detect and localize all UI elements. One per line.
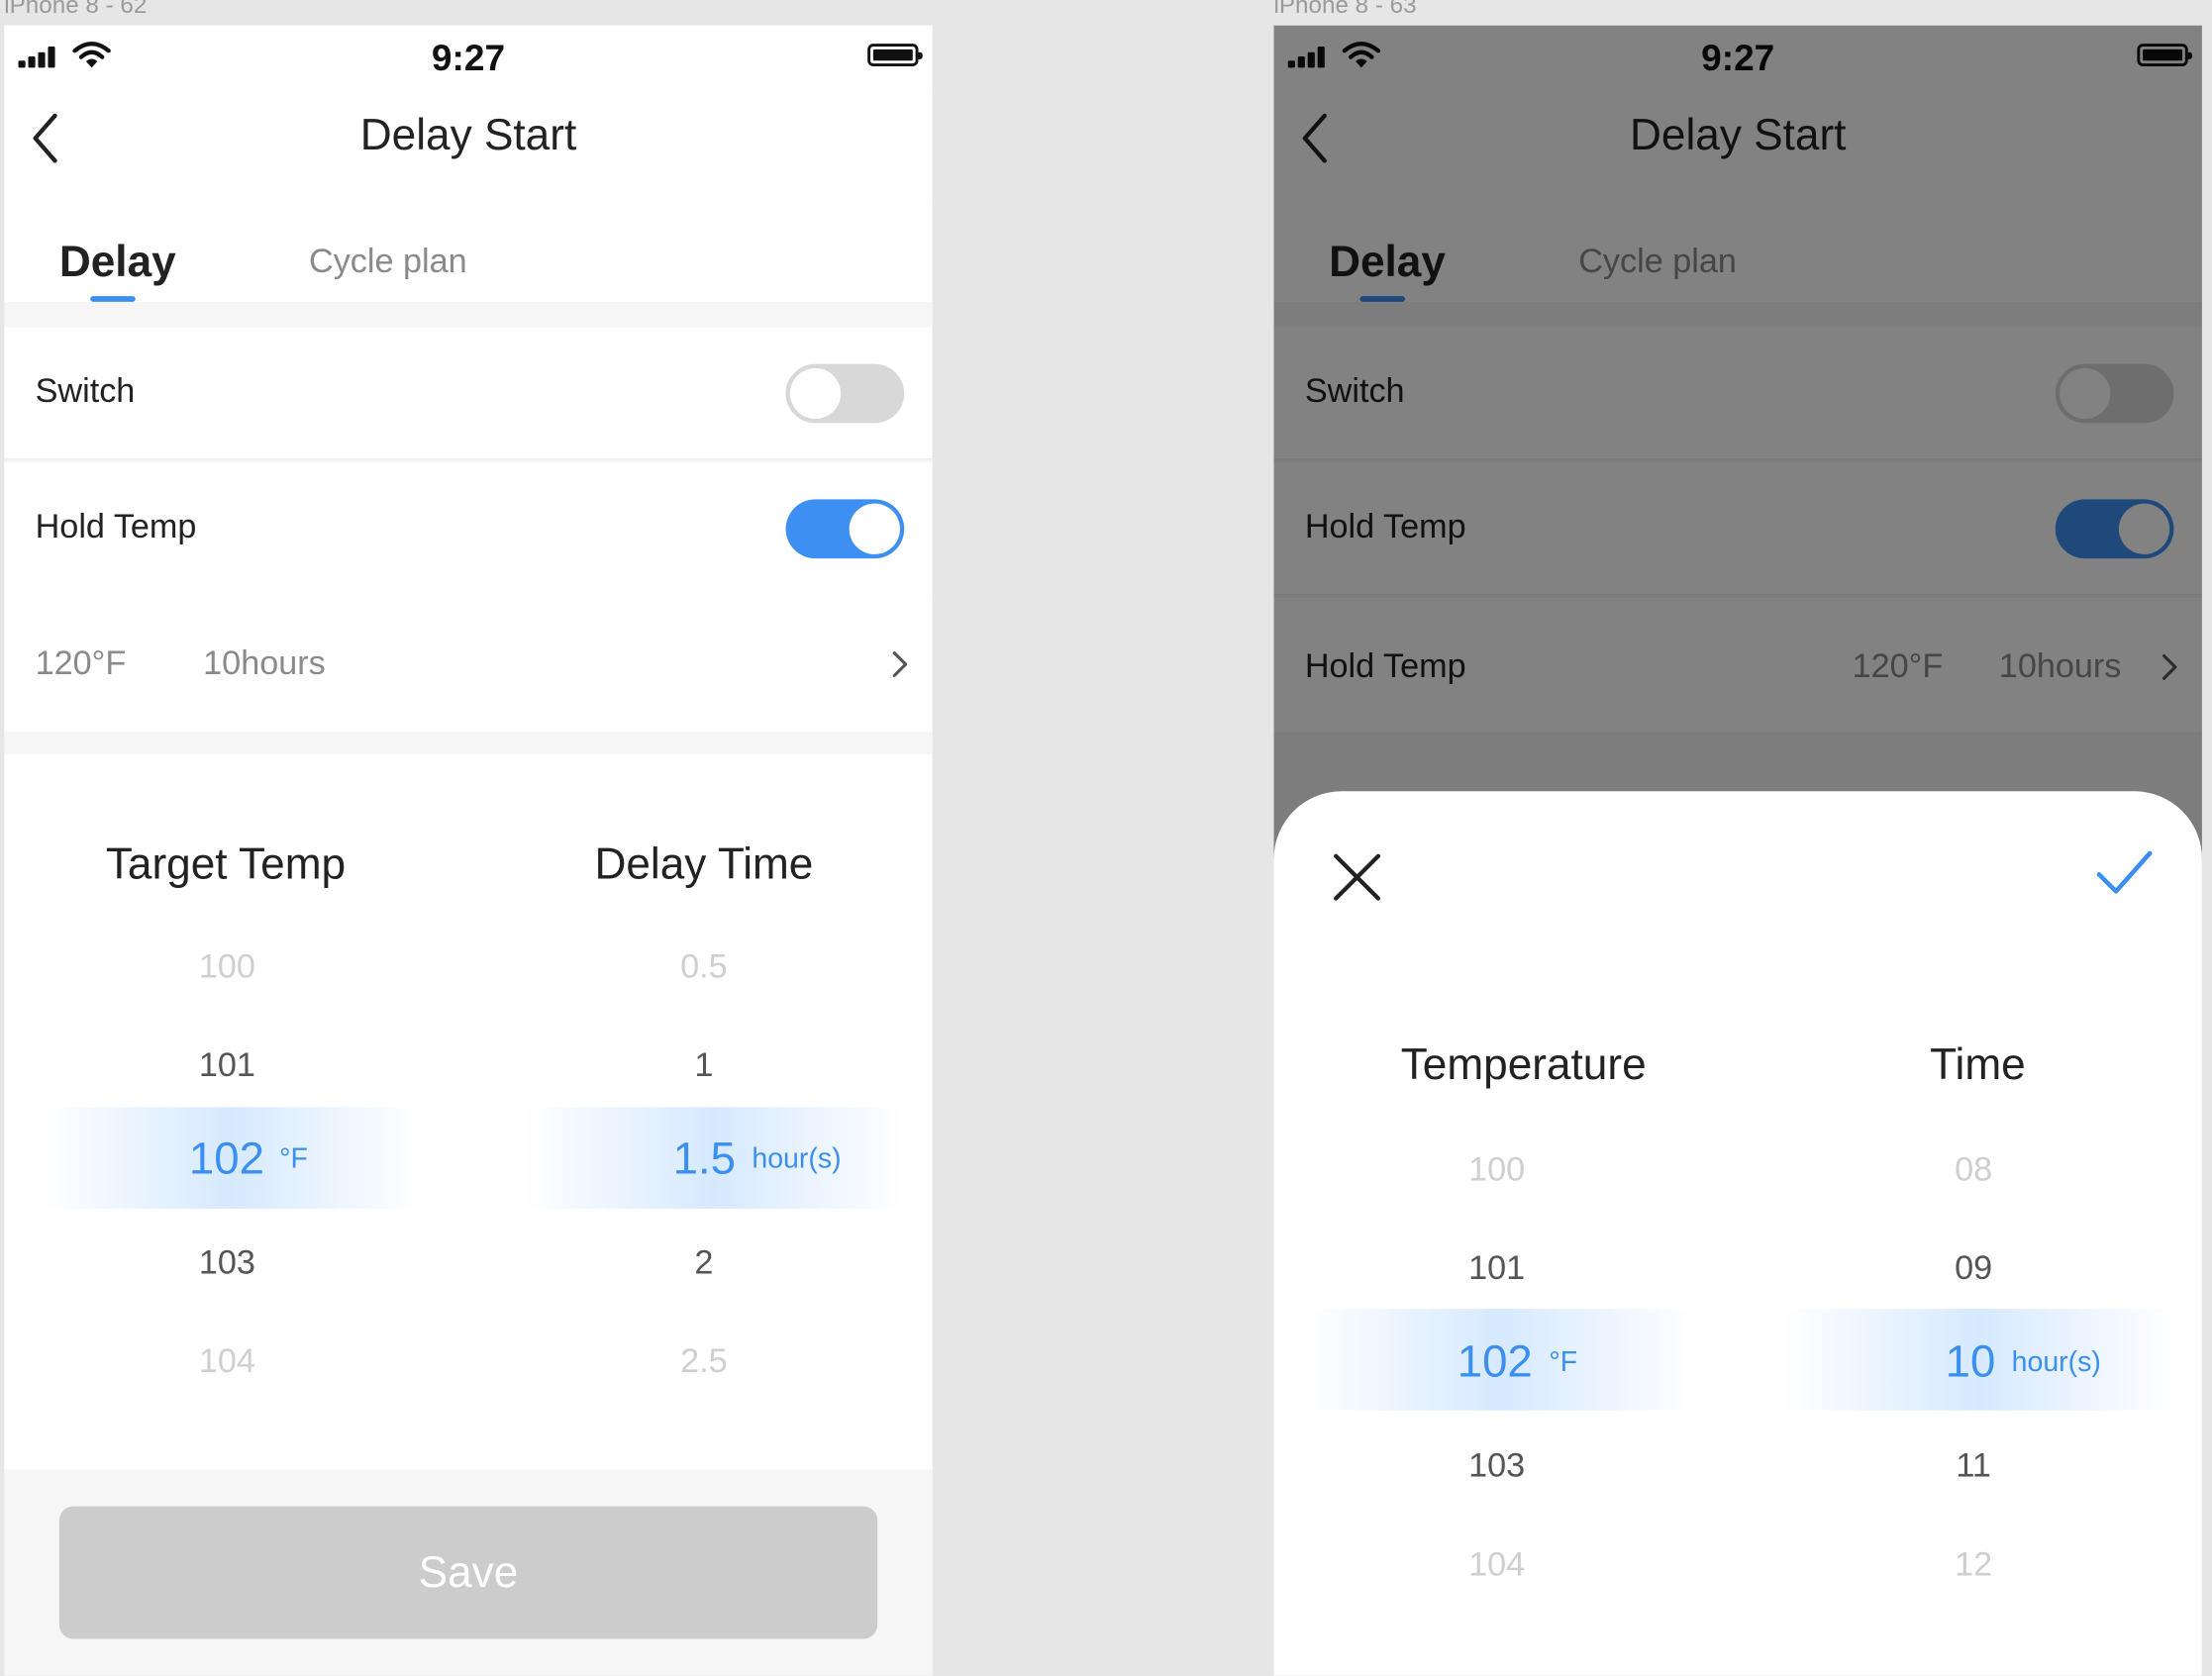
switch-toggle[interactable]	[785, 363, 905, 424]
nav-bar: Delay Start	[4, 87, 933, 201]
save-button[interactable]: Save	[58, 1506, 878, 1639]
wheel-item[interactable]: 12	[1741, 1545, 2202, 1585]
bottom-sheet-picker: Temperature Time 100 101 102 °F 103 104 …	[1273, 791, 2202, 1676]
wheel-item[interactable]: 1	[471, 1046, 933, 1086]
temperature-title: Temperature	[1400, 1039, 1647, 1089]
artboard-label: iPhone 8 - 62	[4, 0, 148, 19]
tab-bar: Delay Cycle plan	[4, 200, 933, 302]
switch-label: Switch	[35, 372, 136, 411]
toggle-knob	[789, 367, 842, 420]
summary-temp: 120°F	[35, 644, 127, 683]
battery-icon	[867, 44, 923, 66]
wheel-item[interactable]: 101	[1274, 1249, 1730, 1289]
artboard-label: iPhone 8 - 63	[1273, 0, 1417, 19]
toggle-knob	[849, 503, 900, 554]
wheel-item[interactable]: 100	[4, 947, 459, 987]
status-time: 9:27	[431, 37, 506, 79]
wheel-item[interactable]: 101	[4, 1046, 459, 1086]
wheel-item[interactable]: 100	[1274, 1151, 1730, 1191]
time-unit: hour(s)	[752, 1143, 842, 1175]
chevron-right-icon	[892, 651, 908, 677]
selected-temp-value[interactable]: 102	[189, 1133, 264, 1185]
delay-picker: Target Temp Delay Time 100 101 102 °F 10…	[4, 754, 933, 1470]
status-bar: 9:27	[4, 25, 933, 88]
close-icon[interactable]	[1330, 850, 1383, 904]
active-tab-indicator	[90, 296, 136, 302]
wheel-item[interactable]: 0.5	[471, 947, 933, 987]
divider	[4, 458, 933, 460]
hold-temp-toggle[interactable]	[785, 499, 905, 559]
phone-screen-delay: 9:27 Delay Start Delay Cycle plan Switch…	[4, 25, 933, 1676]
wheel-item[interactable]: 104	[4, 1342, 459, 1382]
tab-delay[interactable]: Delay	[59, 237, 176, 287]
time-unit: hour(s)	[2011, 1346, 2101, 1378]
design-canvas: iPhone 8 - 62 iPhone 8 - 63 9:27 Delay S…	[0, 0, 2212, 1676]
target-temp-title: Target Temp	[105, 838, 347, 889]
bottom-bar: Save	[4, 1469, 933, 1676]
selected-time-value[interactable]: 1.5	[673, 1133, 736, 1185]
switch-row: Switch	[4, 327, 933, 460]
selected-temp-value[interactable]: 102	[1458, 1335, 1533, 1388]
tab-cycle-plan[interactable]: Cycle plan	[309, 243, 467, 282]
temp-unit: °F	[1549, 1346, 1578, 1378]
page-title: Delay Start	[359, 110, 577, 159]
time-title: Time	[1930, 1039, 2026, 1089]
wheel-item[interactable]: 103	[1274, 1447, 1730, 1487]
phone-screen-picker-sheet: 9:27 Delay Start Delay Cycle plan Switch…	[1273, 25, 2202, 1676]
wheel-item[interactable]: 103	[4, 1244, 459, 1284]
hold-temp-row: Hold Temp	[4, 462, 933, 596]
wheel-item[interactable]: 11	[1741, 1447, 2202, 1487]
delay-time-title: Delay Time	[594, 838, 814, 889]
check-icon[interactable]	[2095, 847, 2155, 898]
hold-temp-label: Hold Temp	[35, 507, 197, 546]
summary-time: 10hours	[203, 644, 326, 683]
temp-unit: °F	[279, 1143, 308, 1175]
wheel-item[interactable]: 2.5	[471, 1342, 933, 1382]
wheel-item[interactable]: 104	[1274, 1545, 1730, 1585]
wheel-item[interactable]: 08	[1741, 1151, 2202, 1191]
wheel-item[interactable]: 09	[1741, 1249, 2202, 1289]
wheel-item[interactable]: 2	[471, 1244, 933, 1284]
selected-time-value[interactable]: 10	[1946, 1335, 1996, 1388]
hold-temp-summary-row[interactable]: 120°F 10hours	[4, 595, 933, 733]
